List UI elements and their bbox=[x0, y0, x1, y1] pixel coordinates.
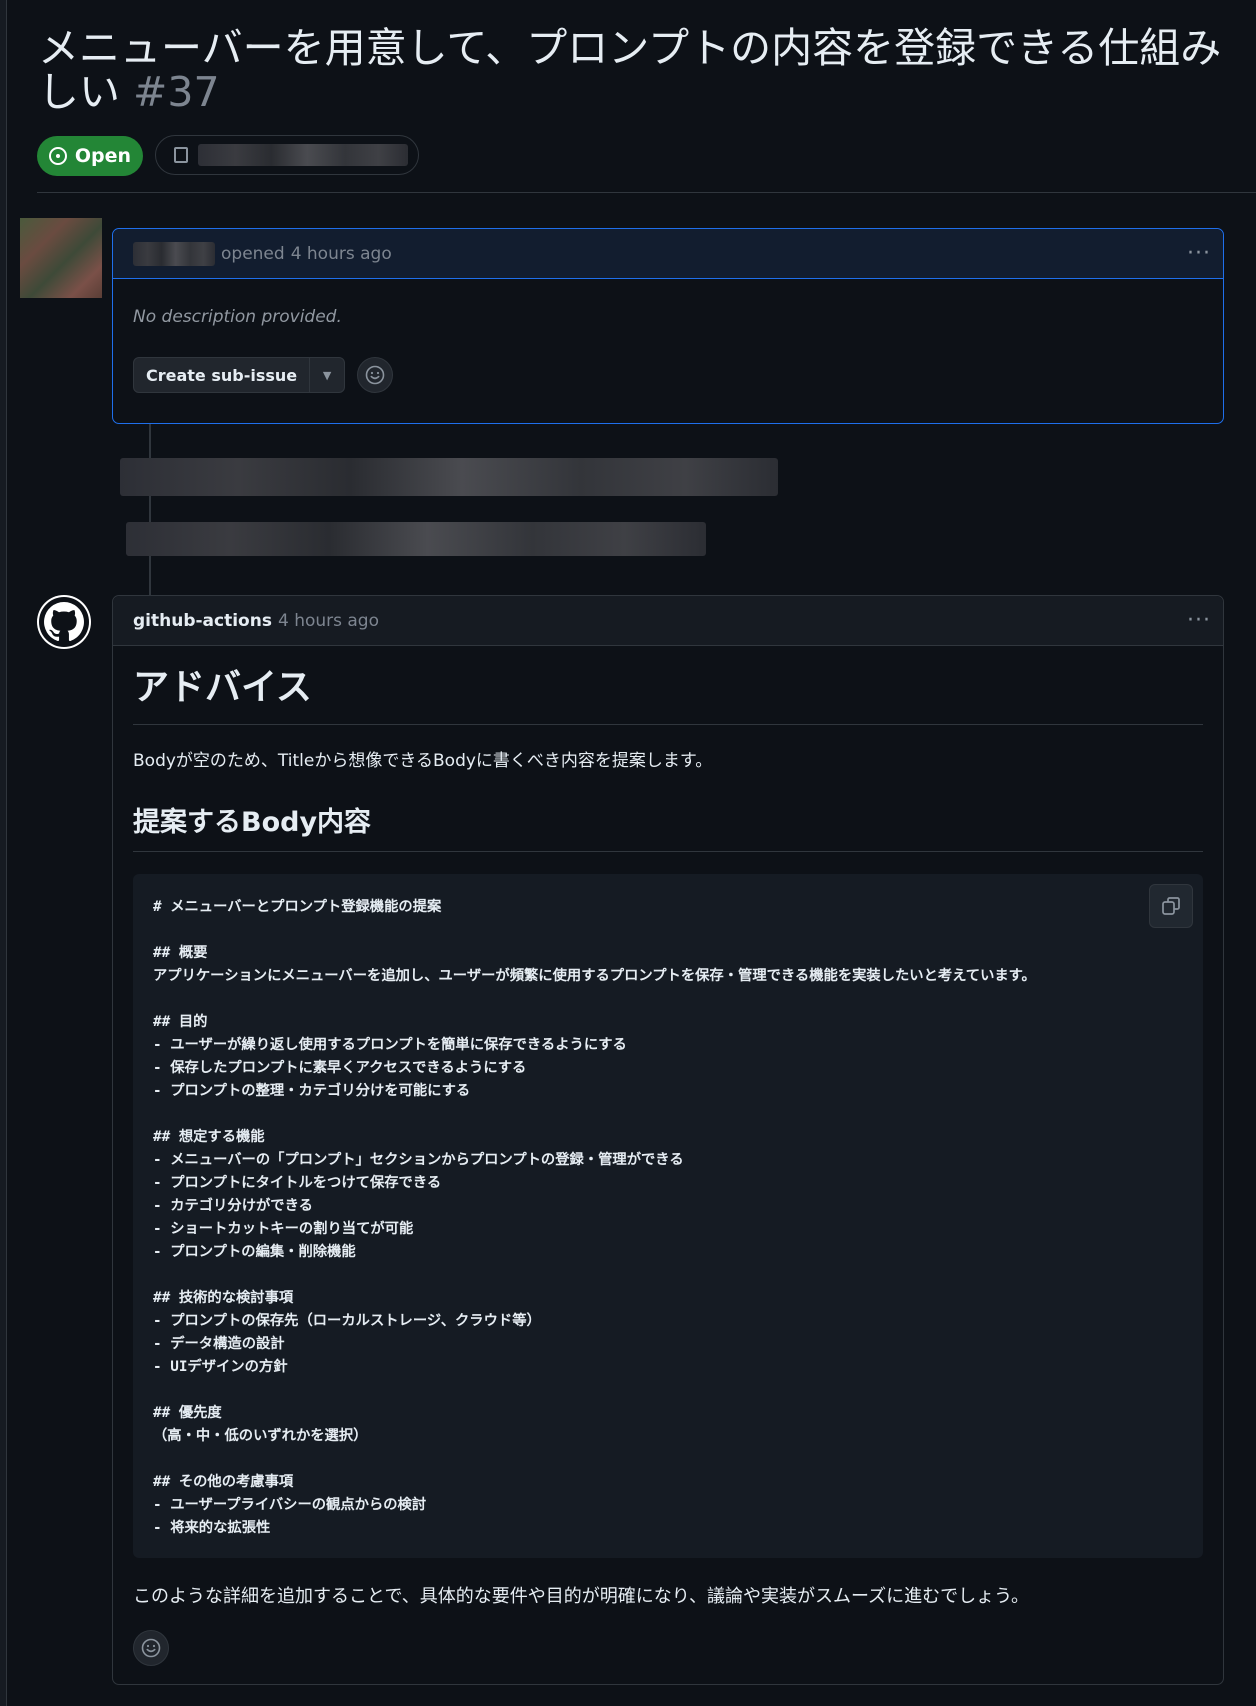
smiley-icon bbox=[365, 365, 385, 385]
issue-state-badge: Open bbox=[37, 136, 143, 176]
code-line: ## 想定する機能 bbox=[153, 1129, 265, 1145]
code-line: ## 技術的な検討事項 bbox=[153, 1290, 294, 1306]
issue-title-text-cont: しい bbox=[38, 68, 120, 116]
issue-opening-comment: opened 4 hours ago ··· No description pr… bbox=[112, 228, 1224, 424]
github-mark-icon bbox=[39, 597, 89, 647]
code-block: # メニューバーとプロンプト登録機能の提案 ## 概要アプリケーションにメニューバ… bbox=[133, 874, 1203, 1558]
copy-icon bbox=[1162, 897, 1180, 915]
comment-author[interactable]: github-actions bbox=[133, 611, 272, 631]
advice-intro: Bodyが空のため、Titleから想像できるBodyに書くべき内容を提案します。 bbox=[133, 751, 713, 771]
redacted-author-name[interactable] bbox=[133, 241, 215, 266]
redacted-timeline-event bbox=[120, 458, 778, 496]
create-sub-issue-button-group: Create sub-issue ▼ bbox=[133, 357, 346, 393]
redacted-repo-name bbox=[198, 144, 408, 166]
smiley-icon bbox=[141, 1638, 161, 1658]
comment-body: アドバイス Bodyが空のため、Titleから想像できるBodyに書くべき内容を… bbox=[113, 646, 1223, 1666]
code-line: - プロンプトの保存先（ローカルストレージ、クラウド等） bbox=[153, 1313, 541, 1329]
copy-button[interactable] bbox=[1149, 884, 1193, 928]
github-actions-avatar[interactable] bbox=[37, 595, 91, 649]
issue-open-icon bbox=[48, 147, 67, 165]
advice-heading: アドバイス bbox=[133, 664, 1203, 725]
comment-header: opened 4 hours ago ··· bbox=[113, 229, 1223, 279]
code-line: # メニューバーとプロンプト登録機能の提案 bbox=[153, 899, 442, 915]
create-sub-issue-button[interactable]: Create sub-issue bbox=[134, 358, 311, 392]
issue-state-label: Open bbox=[74, 145, 132, 167]
comment-body: No description provided. bbox=[133, 307, 342, 327]
code-line: - 将来的な拡張性 bbox=[153, 1520, 271, 1536]
code-line: - プロンプトの整理・カテゴリ分けを可能にする bbox=[153, 1083, 471, 1099]
timeline-connector bbox=[149, 424, 151, 596]
bot-comment: github-actions 4 hours ago ··· アドバイス Bod… bbox=[112, 595, 1224, 1685]
issue-number: #37 bbox=[133, 68, 220, 116]
add-reaction-button[interactable] bbox=[357, 357, 394, 393]
issue-page: メニューバーを用意して、プロンプトの内容を登録できる仕組み しい #37 Ope… bbox=[0, 0, 1256, 1706]
code-line: - カテゴリ分けができる bbox=[153, 1198, 313, 1214]
issue-title-text: メニューバーを用意して、プロンプトの内容を登録できる仕組み bbox=[38, 24, 1222, 72]
comment-menu-button[interactable]: ··· bbox=[1187, 242, 1211, 264]
code-line: - ユーザープライバシーの観点からの検討 bbox=[153, 1497, 427, 1513]
code-line: - ショートカットキーの割り当てが可能 bbox=[153, 1221, 414, 1237]
comment-menu-button[interactable]: ··· bbox=[1187, 609, 1211, 631]
advice-closing: このような詳細を追加することで、具体的な要件や目的が明確になり、議論や実装がスム… bbox=[133, 1586, 1030, 1607]
code-line: ## 優先度 bbox=[153, 1405, 222, 1421]
chevron-down-icon[interactable]: ▼ bbox=[310, 358, 344, 392]
code-line: - データ構造の設計 bbox=[153, 1336, 285, 1352]
code-line: （高・中・低のいずれかを選択） bbox=[153, 1428, 368, 1444]
comment-timestamp[interactable]: 4 hours ago bbox=[291, 244, 392, 264]
repository-link[interactable] bbox=[155, 135, 419, 175]
comment-action: opened bbox=[221, 243, 285, 264]
code-line: ## 目的 bbox=[153, 1014, 208, 1030]
code-line: アプリケーションにメニューバーを追加し、ユーザーが頻繁に使用するプロンプトを保存… bbox=[153, 968, 1036, 984]
code-line: - プロンプトにタイトルをつけて保存できる bbox=[153, 1175, 442, 1191]
issue-title: メニューバーを用意して、プロンプトの内容を登録できる仕組み しい #37 bbox=[38, 26, 1256, 114]
code-line: - UIデザインの方針 bbox=[153, 1359, 288, 1375]
comment-timestamp[interactable]: 4 hours ago bbox=[278, 611, 379, 631]
code-line: ## 概要 bbox=[153, 945, 208, 961]
code-line: - メニューバーの「プロンプト」セクションからプロンプトの登録・管理ができる bbox=[153, 1152, 684, 1168]
author-avatar[interactable] bbox=[20, 218, 102, 298]
left-panel-edge bbox=[0, 0, 7, 1706]
code-line: - 保存したプロンプトに素早くアクセスできるようにする bbox=[153, 1060, 527, 1076]
code-line: - プロンプトの編集・削除機能 bbox=[153, 1244, 356, 1260]
add-reaction-button[interactable] bbox=[133, 1630, 169, 1666]
redacted-timeline-event bbox=[126, 522, 706, 556]
code-line: ## その他の考慮事項 bbox=[153, 1474, 294, 1490]
proposed-body-heading: 提案するBody内容 bbox=[133, 805, 1203, 852]
repo-icon bbox=[174, 147, 188, 163]
code-line: - ユーザーが繰り返し使用するプロンプトを簡単に保存できるようにする bbox=[153, 1037, 627, 1053]
comment-header: github-actions 4 hours ago ··· bbox=[113, 596, 1223, 646]
header-divider bbox=[37, 192, 1256, 193]
